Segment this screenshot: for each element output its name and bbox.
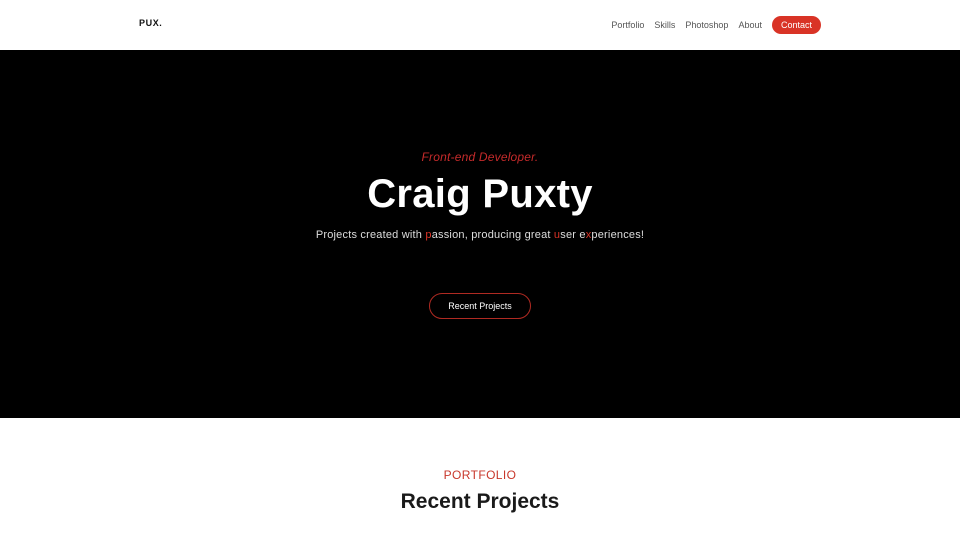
page: PUX. Portfolio Skills Photoshop About Co…: [0, 0, 960, 540]
portfolio-section: PORTFOLIO Recent Projects: [0, 418, 960, 540]
nav-link-portfolio[interactable]: Portfolio: [611, 16, 644, 34]
nav-link-skills[interactable]: Skills: [654, 16, 675, 34]
tagline-text: periences!: [591, 229, 645, 241]
hero-subtitle: Front-end Developer.: [421, 150, 539, 164]
tagline-text: ser e: [560, 229, 586, 241]
tagline-text: Projects created with: [315, 229, 426, 241]
hero-title: Craig Puxty: [367, 172, 593, 216]
hero-tagline: Projects created with passion, producing…: [0, 229, 960, 241]
site-header: PUX. Portfolio Skills Photoshop About Co…: [0, 0, 960, 50]
logo-link[interactable]: PUX.: [139, 18, 162, 28]
nav-link-photoshop[interactable]: Photoshop: [685, 16, 728, 34]
main-nav: Portfolio Skills Photoshop About Contact: [611, 16, 821, 34]
portfolio-eyebrow: PORTFOLIO: [443, 468, 517, 482]
contact-button[interactable]: Contact: [771, 16, 821, 34]
tagline-text: assion, producing great: [431, 229, 554, 241]
hero-section: Front-end Developer. Craig Puxty Project…: [0, 50, 960, 418]
recent-projects-button[interactable]: Recent Projects: [429, 293, 531, 319]
portfolio-heading: Recent Projects: [400, 490, 560, 513]
nav-link-about[interactable]: About: [738, 16, 762, 34]
